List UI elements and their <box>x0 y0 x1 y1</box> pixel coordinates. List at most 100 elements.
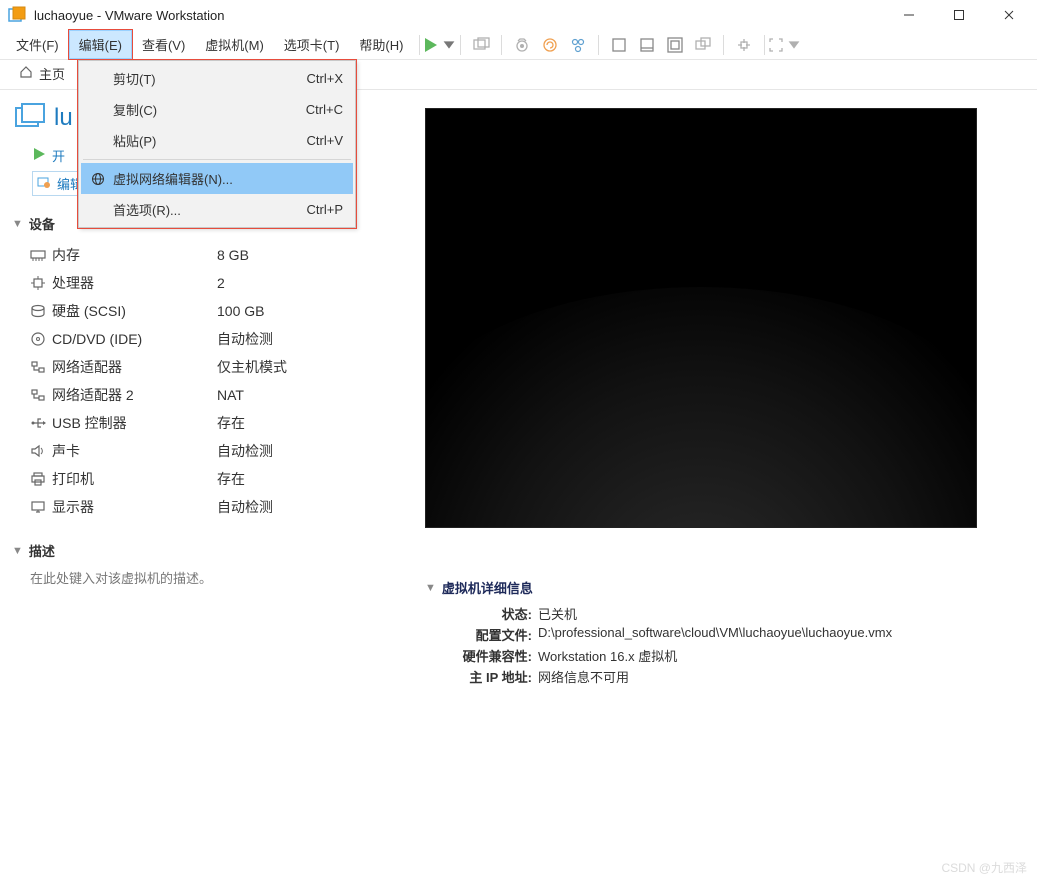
menu-help[interactable]: 帮助(H) <box>349 30 413 59</box>
menu-preferences[interactable]: 首选项(R)... Ctrl+P <box>81 194 353 225</box>
collapse-icon: ▼ <box>12 218 23 230</box>
separator <box>83 159 351 160</box>
devices-label: 设备 <box>29 214 55 233</box>
device-value: 存在 <box>217 469 245 489</box>
watermark: CSDN @九西泽 <box>941 859 1027 876</box>
device-row[interactable]: 内存8 GB <box>30 241 379 269</box>
device-label: 网络适配器 <box>52 357 217 377</box>
snapshot-take-icon[interactable] <box>508 31 536 59</box>
collapse-icon: ▼ <box>425 582 436 594</box>
device-label: 网络适配器 2 <box>52 385 217 405</box>
right-panel: ▼ 虚拟机详细信息 状态: 已关机 配置文件: D:\professional_… <box>395 90 1037 882</box>
device-row[interactable]: 打印机存在 <box>30 465 379 493</box>
vm-tab-icon <box>14 102 46 134</box>
exit-fullscreen-icon[interactable] <box>771 31 799 59</box>
maximize-button[interactable] <box>945 5 973 25</box>
menu-tabs[interactable]: 选项卡(T) <box>274 30 350 59</box>
cd-icon <box>30 331 52 347</box>
device-label: 内存 <box>52 245 217 265</box>
vm-name: lu <box>54 104 73 132</box>
device-label: CD/DVD (IDE) <box>52 331 217 347</box>
window-controls <box>895 5 1023 25</box>
device-label: 硬盘 (SCSI) <box>52 301 217 321</box>
menu-virtual-network-editor[interactable]: 虚拟网络编辑器(N)... <box>81 163 353 194</box>
device-value: NAT <box>217 387 244 403</box>
edit-dropdown-menu: 剪切(T) Ctrl+X 复制(C) Ctrl+C 粘贴(P) Ctrl+V 虚… <box>78 60 356 228</box>
snapshot-revert-icon[interactable] <box>536 31 564 59</box>
home-icon <box>19 65 33 82</box>
device-row[interactable]: 网络适配器 2NAT <box>30 381 379 409</box>
menu-view[interactable]: 查看(V) <box>132 30 195 59</box>
separator <box>501 35 502 55</box>
separator <box>460 35 461 55</box>
printer-icon <box>30 472 52 486</box>
power-on-label: 开 <box>52 146 65 165</box>
device-label: USB 控制器 <box>52 413 217 433</box>
separator <box>598 35 599 55</box>
memory-icon <box>30 248 52 262</box>
screenshot-icon[interactable] <box>467 31 495 59</box>
device-row[interactable]: 网络适配器仅主机模式 <box>30 353 379 381</box>
wrench-icon <box>37 175 51 192</box>
view-single-icon[interactable] <box>605 31 633 59</box>
view-split-icon[interactable] <box>633 31 661 59</box>
device-value: 自动检测 <box>217 329 273 349</box>
detail-compat: 硬件兼容性: Workstation 16.x 虚拟机 <box>437 645 1017 666</box>
separator <box>723 35 724 55</box>
device-value: 自动检测 <box>217 441 273 461</box>
tab-home-label: 主页 <box>39 64 65 83</box>
device-row[interactable]: 显示器自动检测 <box>30 493 379 521</box>
net-icon <box>30 360 52 374</box>
description-label: 描述 <box>29 541 55 560</box>
device-row[interactable]: USB 控制器存在 <box>30 409 379 437</box>
device-value: 仅主机模式 <box>217 357 287 377</box>
title-bar: luchaoyue - VMware Workstation <box>0 0 1037 30</box>
device-value: 8 GB <box>217 247 249 263</box>
minimize-button[interactable] <box>895 5 923 25</box>
device-value: 存在 <box>217 413 245 433</box>
menu-file[interactable]: 文件(F) <box>6 30 69 59</box>
window-title: luchaoyue - VMware Workstation <box>34 8 895 23</box>
play-icon <box>32 147 46 164</box>
tab-home[interactable]: 主页 <box>6 58 78 89</box>
snapshot-manager-icon[interactable] <box>564 31 592 59</box>
vm-details-header[interactable]: ▼ 虚拟机详细信息 <box>425 578 1017 597</box>
separator <box>764 35 765 55</box>
device-row[interactable]: 声卡自动检测 <box>30 437 379 465</box>
device-label: 处理器 <box>52 273 217 293</box>
menu-paste[interactable]: 粘贴(P) Ctrl+V <box>81 125 353 156</box>
disk-icon <box>30 304 52 318</box>
detail-config-file: 配置文件: D:\professional_software\cloud\VM\… <box>437 624 1017 645</box>
device-row[interactable]: CD/DVD (IDE)自动检测 <box>30 325 379 353</box>
unity-mode-icon[interactable] <box>689 31 717 59</box>
device-value: 100 GB <box>217 303 264 319</box>
device-value: 2 <box>217 275 225 291</box>
device-row[interactable]: 硬盘 (SCSI)100 GB <box>30 297 379 325</box>
net-icon <box>30 388 52 402</box>
collapse-icon: ▼ <box>12 545 23 557</box>
description-placeholder[interactable]: 在此处键入对该虚拟机的描述。 <box>30 568 379 587</box>
description-header[interactable]: ▼ 描述 <box>12 541 379 560</box>
device-row[interactable]: 处理器2 <box>30 269 379 297</box>
menu-bar: 文件(F) 编辑(E) 查看(V) 虚拟机(M) 选项卡(T) 帮助(H) <box>0 30 1037 60</box>
view-fullscreen-icon[interactable] <box>661 31 689 59</box>
globe-icon <box>87 172 109 186</box>
vm-details-label: 虚拟机详细信息 <box>442 578 533 597</box>
device-label: 显示器 <box>52 497 217 517</box>
menu-cut[interactable]: 剪切(T) Ctrl+X <box>81 63 353 94</box>
vm-screen-preview[interactable] <box>425 108 977 528</box>
cpu-icon <box>30 275 52 291</box>
separator <box>419 35 420 55</box>
sound-icon <box>30 444 52 458</box>
menu-edit[interactable]: 编辑(E) <box>69 30 132 59</box>
device-value: 自动检测 <box>217 497 273 517</box>
vmware-app-icon <box>8 6 26 24</box>
usb-icon <box>30 416 52 430</box>
device-list: 内存8 GB处理器2硬盘 (SCSI)100 GBCD/DVD (IDE)自动检… <box>30 241 379 521</box>
menu-copy[interactable]: 复制(C) Ctrl+C <box>81 94 353 125</box>
detail-ip: 主 IP 地址: 网络信息不可用 <box>437 666 1017 687</box>
power-on-button[interactable] <box>426 31 454 59</box>
stretch-icon[interactable] <box>730 31 758 59</box>
close-button[interactable] <box>995 5 1023 25</box>
menu-vm[interactable]: 虚拟机(M) <box>195 30 274 59</box>
